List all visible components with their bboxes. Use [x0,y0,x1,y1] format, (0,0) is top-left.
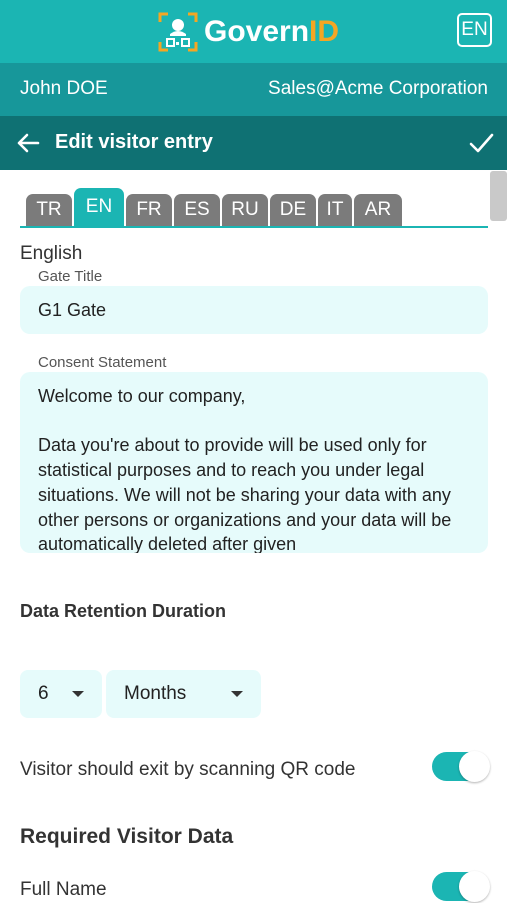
retention-unit-value: Months [124,683,187,704]
language-tabs: TR EN FR ES RU DE IT AR [26,188,404,226]
exit-qr-label: Visitor should exit by scanning QR code [20,759,356,780]
tabs-underline [20,226,488,228]
full-name-toggle[interactable] [432,870,490,903]
app-name: GovernID [204,15,340,48]
face-id-logo-icon [158,12,198,52]
consent-statement-textarea[interactable]: Welcome to our company, Data you're abou… [20,372,488,553]
tab-ru[interactable]: RU [222,194,268,226]
exit-qr-toggle[interactable] [432,750,490,783]
user-name: John DOE [20,78,108,99]
save-check-icon[interactable] [468,129,494,161]
language-section-title: English [20,243,83,264]
scrollbar[interactable] [490,171,507,221]
tab-it[interactable]: IT [318,194,352,226]
tab-ar[interactable]: AR [354,194,402,226]
toggle-knob [459,751,490,782]
tab-en[interactable]: EN [74,188,124,226]
required-data-heading: Required Visitor Data [20,825,234,848]
consent-paragraph: Data you're about to provide will be use… [38,435,452,553]
retention-unit-select[interactable]: Months [106,670,261,718]
chevron-down-icon [72,691,84,697]
retention-amount-value: 6 [38,683,49,704]
user-bar: John DOE Sales@Acme Corporation [0,63,507,116]
tab-tr[interactable]: TR [26,194,72,226]
tab-de[interactable]: DE [270,194,316,226]
retention-heading: Data Retention Duration [20,601,227,621]
gate-title-label: Gate Title [38,268,103,285]
consent-line-1: Welcome to our company, [38,386,246,406]
page-title: Edit visitor entry [55,131,213,153]
tab-es[interactable]: ES [174,194,220,226]
organization-name: Sales@Acme Corporation [268,78,488,99]
back-arrow-icon[interactable] [14,129,42,161]
chevron-down-icon [231,691,243,697]
language-button[interactable]: EN [457,13,492,47]
tab-fr[interactable]: FR [126,194,172,226]
consent-statement-label: Consent Statement [38,354,167,371]
app-logo: GovernID [158,12,339,52]
full-name-label: Full Name [20,879,107,900]
toggle-knob [459,871,490,902]
app-header: GovernID EN [0,0,507,63]
retention-amount-select[interactable]: 6 [20,670,102,718]
gate-title-input[interactable]: G1 Gate [20,286,488,334]
toolbar: Edit visitor entry [0,116,507,170]
